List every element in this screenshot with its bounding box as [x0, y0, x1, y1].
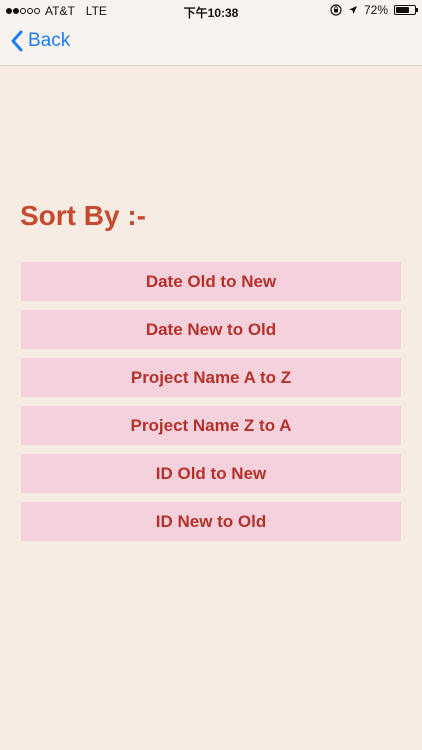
sort-options-list: Date Old to New Date New to Old Project … [21, 262, 401, 550]
sort-date-new-to-old-button[interactable]: Date New to Old [21, 310, 401, 349]
battery-icon [394, 5, 418, 15]
back-label: Back [28, 30, 71, 51]
chevron-left-icon [11, 30, 23, 52]
orientation-lock-icon [330, 4, 342, 16]
location-arrow-icon [348, 6, 357, 14]
sort-id-old-to-new-button[interactable]: ID Old to New [21, 454, 401, 493]
status-bar: AT&T LTE 下午10:38 72% [0, 0, 422, 22]
sort-project-name-a-to-z-button[interactable]: Project Name A to Z [21, 358, 401, 397]
sort-date-old-to-new-button[interactable]: Date Old to New [21, 262, 401, 301]
back-button[interactable]: Back [10, 30, 70, 52]
battery-percent: 72% [363, 3, 388, 17]
battery-tip [416, 8, 418, 12]
sort-screen: AT&T LTE 下午10:38 72% Back Sort By:- Dat… [0, 0, 422, 750]
page-title: Sort By :- [20, 200, 146, 231]
status-right: 72% [330, 3, 418, 17]
battery-fill [396, 7, 409, 13]
navigation-bar: Back [0, 22, 422, 66]
sort-project-name-z-to-a-button[interactable]: Project Name Z to A [21, 406, 401, 445]
sort-id-new-to-old-button[interactable]: ID New to Old [21, 502, 401, 541]
